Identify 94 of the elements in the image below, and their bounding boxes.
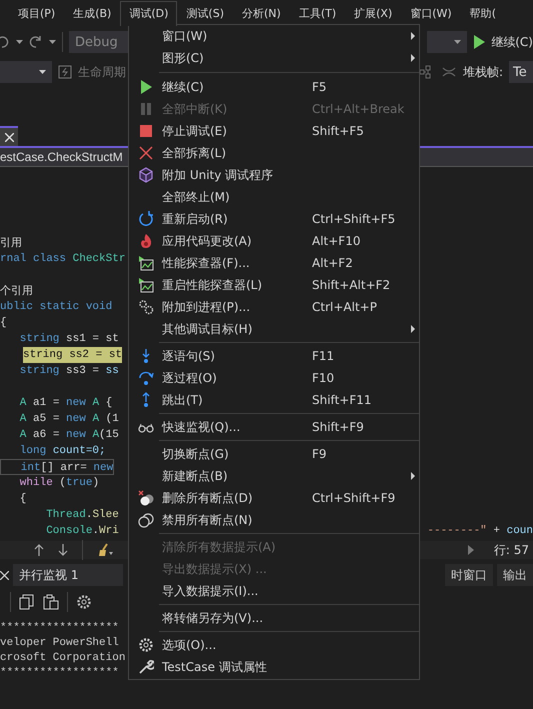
menu-bar-item[interactable]: 测试(S) xyxy=(177,1,233,24)
menu-item[interactable]: 新建断点(B) xyxy=(129,465,419,487)
stop-icon xyxy=(138,123,154,139)
menu-bar-item[interactable]: 分析(N) xyxy=(233,1,290,24)
menu-item[interactable]: 逐语句(S) F11 xyxy=(129,345,419,367)
menu-bar-item[interactable]: 窗口(W) xyxy=(401,1,461,24)
close-icon[interactable] xyxy=(4,132,14,142)
lifecycle-label: 生命周期 xyxy=(78,64,126,80)
code-line: ublic static void xyxy=(0,300,112,315)
menu-item[interactable]: 选项(O)... xyxy=(129,634,419,656)
undo-icon[interactable] xyxy=(0,35,10,49)
settings-icon[interactable] xyxy=(76,594,92,610)
menu-item[interactable]: 应用代码更改(A) Alt+F10 xyxy=(129,230,419,252)
panel-tab[interactable]: 输出 xyxy=(497,564,533,586)
menu-item[interactable]: 全部终止(M) xyxy=(129,186,419,208)
menu-item[interactable]: 重启性能探查器(L) Shift+Alt+F2 xyxy=(129,274,419,296)
configuration-dropdown[interactable]: Debug xyxy=(69,31,129,53)
breadcrumb[interactable]: estCase.CheckStructM xyxy=(0,150,123,164)
menu-item[interactable]: 性能探查器(F)... Alt+F2 xyxy=(129,252,419,274)
chart-icon xyxy=(138,277,154,293)
up-arrow-icon[interactable] xyxy=(34,544,44,556)
menu-item[interactable]: 继续(C) F5 xyxy=(129,76,419,98)
terminal-line: ****************** xyxy=(0,666,119,681)
menu-bar-item[interactable]: 调试(D) xyxy=(120,1,178,26)
code-line: { xyxy=(18,492,26,507)
code-line: Thread.Slee xyxy=(45,508,119,523)
menu-item[interactable]: 图形(C) xyxy=(129,47,419,69)
code-line: string ss3 = ss xyxy=(18,364,119,379)
scroll-right-icon[interactable] xyxy=(468,545,474,555)
caret-icon xyxy=(454,40,462,44)
code-line: Console.Wri xyxy=(45,524,119,539)
menu-item[interactable]: 附加 Unity 调试程序 xyxy=(129,164,419,186)
code-line: string ss1 = st xyxy=(18,332,119,347)
menu-item[interactable]: 快速监视(Q)... Shift+F9 xyxy=(129,416,419,438)
menu-item[interactable]: 停止调试(E) Shift+F5 xyxy=(129,120,419,142)
paste-icon[interactable] xyxy=(43,594,59,610)
cube-icon xyxy=(138,167,154,183)
menu-item[interactable]: 逐过程(O) F10 xyxy=(129,367,419,389)
continue-label[interactable]: 继续(C) xyxy=(491,34,533,50)
menu-item[interactable]: TestCase 调试属性 xyxy=(129,656,419,678)
caret-icon[interactable] xyxy=(16,40,23,44)
brush-icon[interactable] xyxy=(97,543,115,557)
reference-count: 个引用 xyxy=(0,283,33,299)
menu-bar-item[interactable]: 工具(T) xyxy=(290,1,346,24)
menu-item[interactable]: 删除所有断点(D) Ctrl+Shift+F9 xyxy=(129,487,419,509)
menu-item[interactable]: 全部拆离(L) xyxy=(129,142,419,164)
stack-frame-dropdown[interactable]: Te xyxy=(509,61,533,83)
code-line: rnal class CheckStr xyxy=(0,252,126,267)
step-over-icon xyxy=(138,370,154,386)
caret-icon[interactable] xyxy=(49,40,56,44)
menu-item[interactable]: 窗口(W) xyxy=(129,25,419,47)
close-icon xyxy=(138,145,154,161)
breakpoints-icon xyxy=(138,490,154,506)
terminal-line: ****************** xyxy=(0,621,119,636)
menu-item[interactable]: 禁用所有断点(N) xyxy=(129,509,419,531)
menu-item[interactable]: 切换断点(G) F9 xyxy=(129,443,419,465)
terminal-line: crosoft Corporation xyxy=(0,651,126,666)
close-icon[interactable] xyxy=(0,570,9,580)
code-line: A a5 = new A (1 xyxy=(18,412,119,427)
panel-tab[interactable]: 时窗口 xyxy=(445,564,493,586)
chart-icon xyxy=(138,255,154,271)
menu-bar-item[interactable]: 项目(P) xyxy=(9,1,64,24)
menu-item[interactable]: 导入数据提示(I)... xyxy=(129,580,419,602)
gears-icon xyxy=(138,299,154,315)
caret-icon xyxy=(39,70,46,74)
menu-bar-item[interactable]: 扩展(X) xyxy=(345,1,402,24)
wrench-icon xyxy=(138,659,154,675)
code-line: while (true) xyxy=(18,476,100,491)
stack-frame-label: 堆栈帧: xyxy=(462,64,503,80)
code-line: A a1 = new A { xyxy=(18,396,112,411)
settings-icon xyxy=(138,637,154,653)
redo-icon[interactable] xyxy=(29,35,43,49)
menu-item[interactable]: 重新启动(R) Ctrl+Shift+F5 xyxy=(129,208,419,230)
reference-count: 引用 xyxy=(0,235,22,251)
menu-item[interactable]: 将转储另存为(V)... xyxy=(129,607,419,629)
menu-item[interactable]: 其他调试目标(H) xyxy=(129,318,419,340)
code-line: A a6 = new A(15 xyxy=(18,428,119,443)
breakpoints-icon xyxy=(138,512,154,528)
line-number: 行: 57 xyxy=(494,542,529,558)
lifecycle-icon[interactable] xyxy=(58,65,72,79)
terminal-line: veloper PowerShell xyxy=(0,636,119,651)
down-arrow-icon[interactable] xyxy=(58,544,68,556)
play-icon[interactable] xyxy=(473,35,486,49)
panel-tab[interactable]: 并行监视 1 xyxy=(13,564,123,586)
copy-icon[interactable] xyxy=(19,594,35,610)
restart-icon xyxy=(138,211,154,227)
code-line: { xyxy=(0,316,7,331)
code-line: long count=0; xyxy=(18,444,106,459)
menu-bar-item[interactable]: 生成(B) xyxy=(64,1,120,24)
menu-item[interactable]: 跳出(T) Shift+F11 xyxy=(129,389,419,411)
menu-item[interactable]: 附加到进程(P)... Ctrl+Alt+P xyxy=(129,296,419,318)
menu-bar-item[interactable]: 帮助( xyxy=(460,1,506,24)
code-line: --------" + coun xyxy=(427,524,533,539)
document-tab[interactable] xyxy=(0,126,18,146)
